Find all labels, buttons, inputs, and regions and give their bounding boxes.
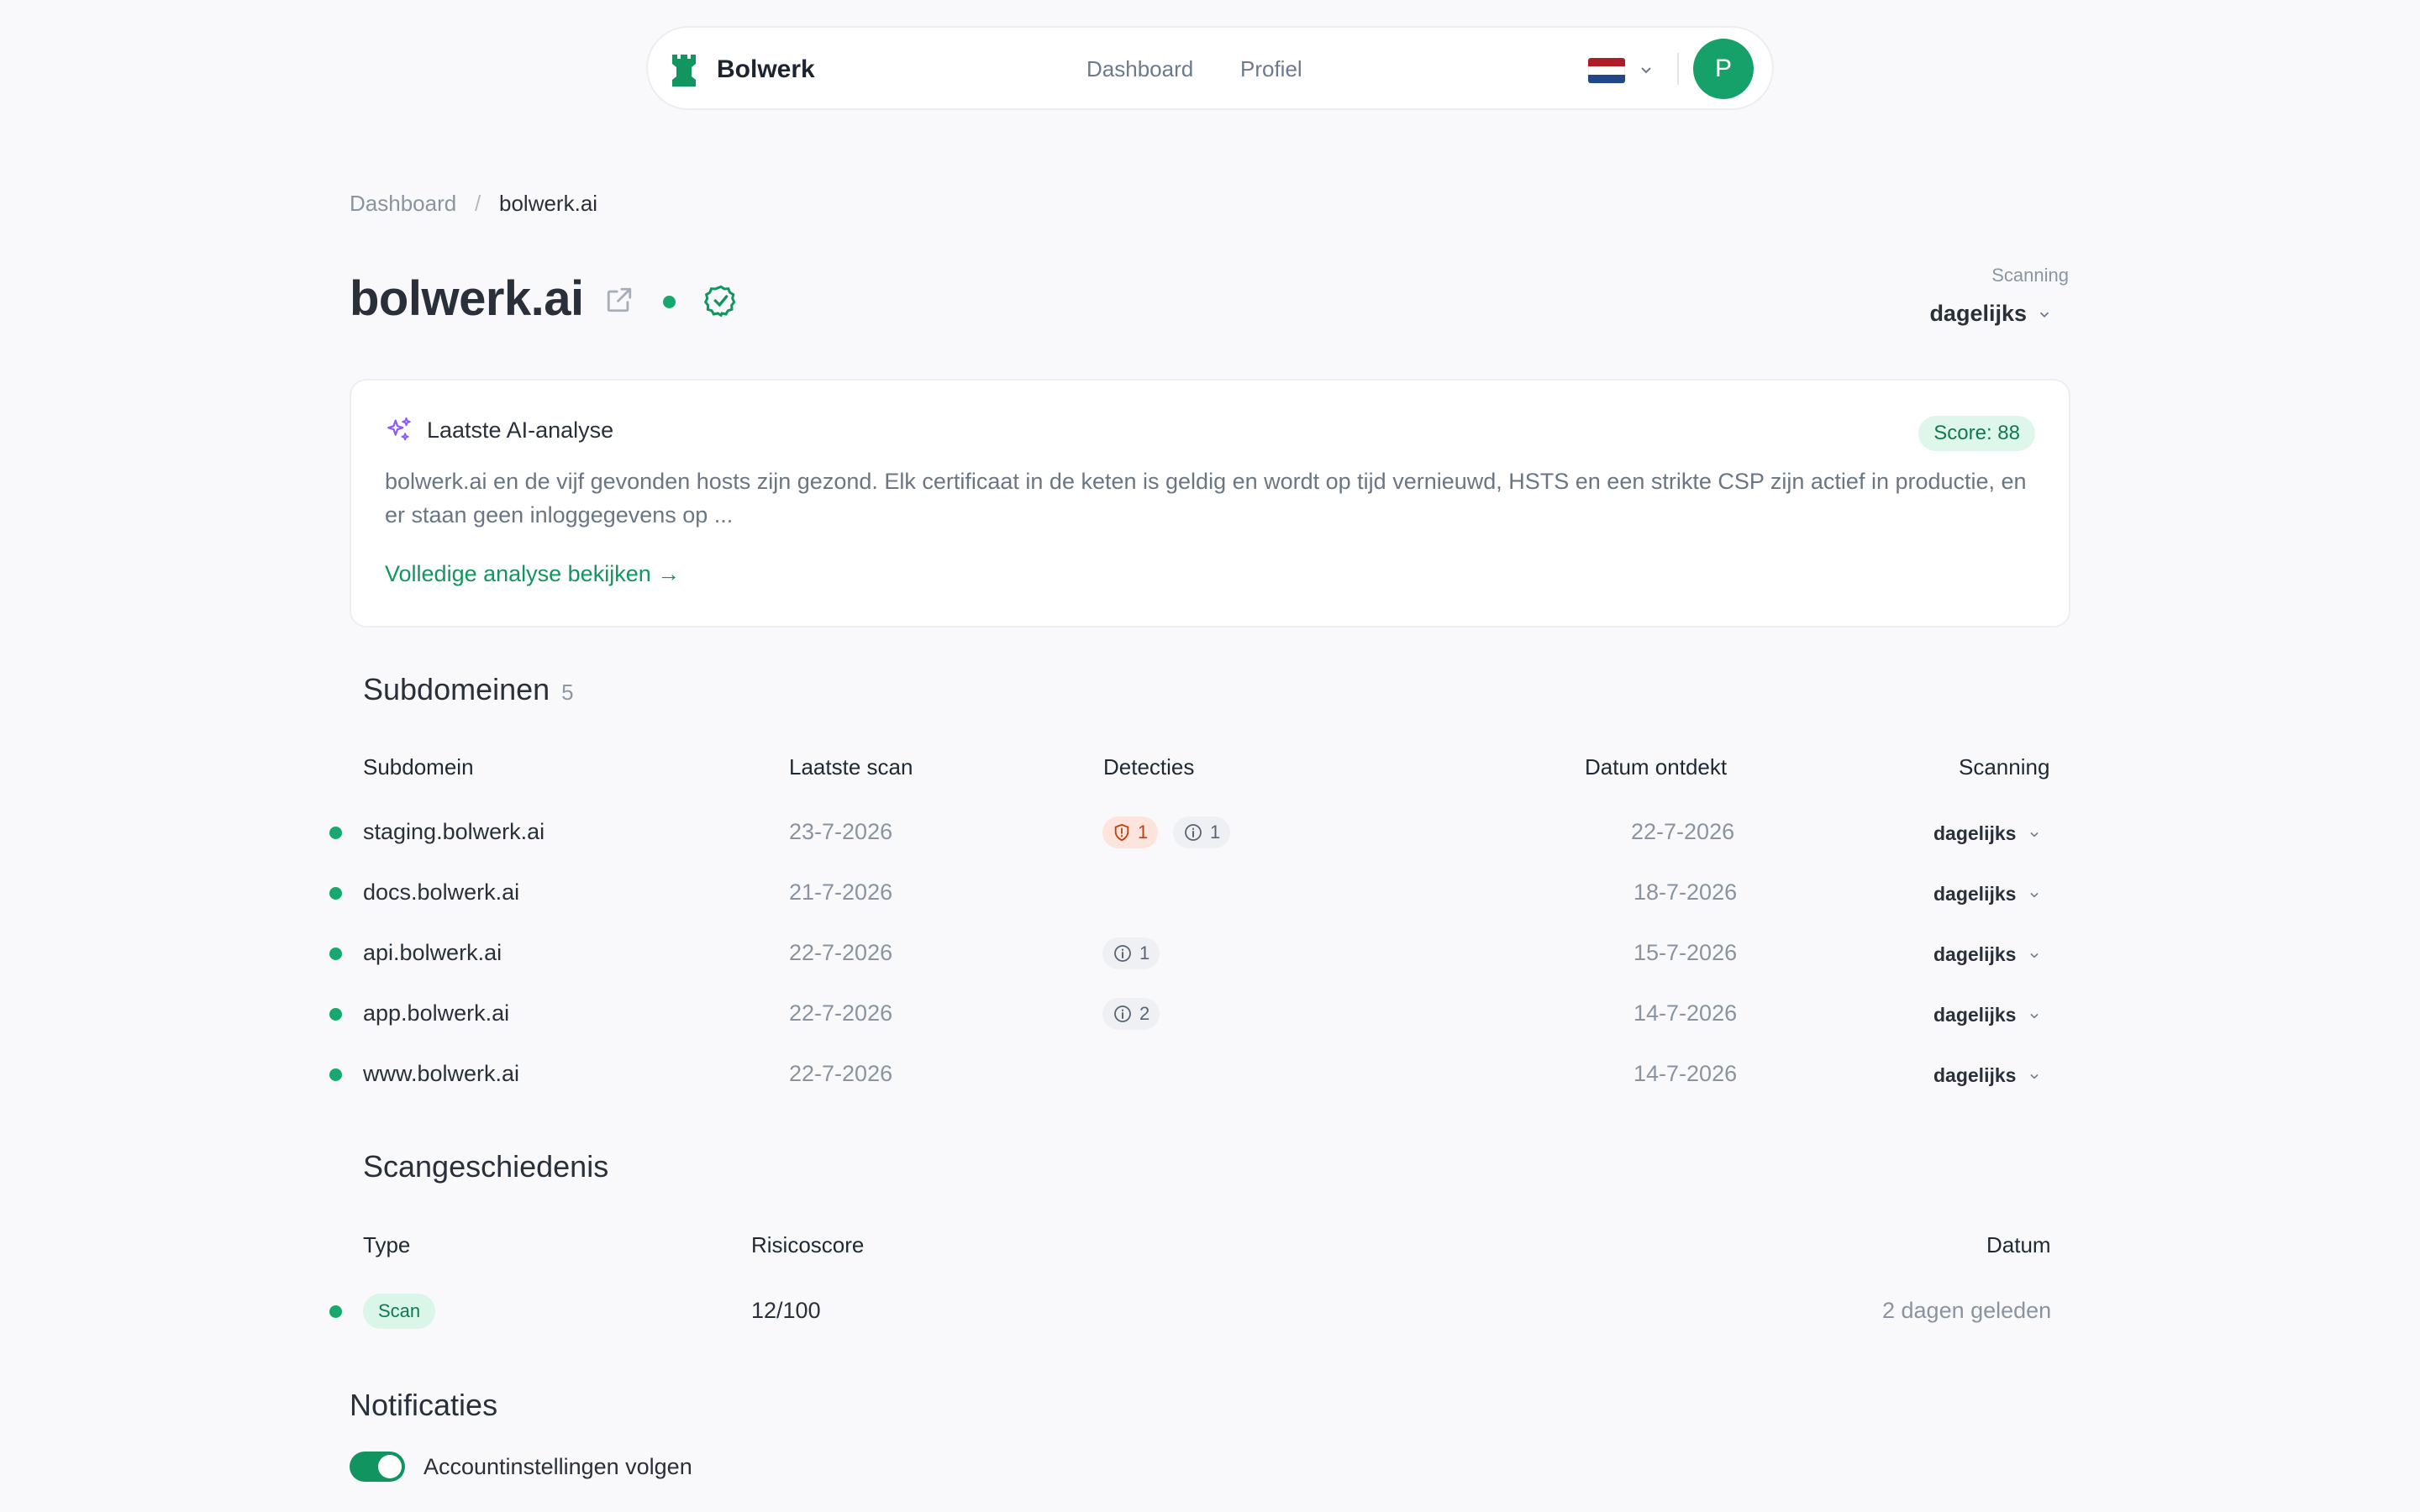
row-scanning-value: dagelijks	[1933, 822, 2017, 844]
row-scanning-select[interactable]: dagelijks	[1933, 822, 2041, 845]
scanning-frequency-value: dagelijks	[1929, 301, 2027, 326]
subdomain-name[interactable]: docs.bolwerk.ai	[363, 879, 519, 906]
external-link-icon[interactable]	[605, 286, 634, 314]
info-icon	[1114, 1005, 1131, 1022]
verified-badge-icon	[704, 285, 736, 318]
row-scanning-value: dagelijks	[1933, 1004, 2017, 1026]
info-detection-badge[interactable]: 1	[1102, 937, 1160, 969]
row-scanning-select[interactable]: dagelijks	[1933, 1064, 2041, 1087]
status-dot	[329, 827, 342, 839]
last-scan-date: 21-7-2026	[789, 879, 893, 905]
last-scan-date: 22-7-2026	[789, 1061, 893, 1086]
subdomains-section-title: Subdomeinen 5	[363, 672, 574, 707]
row-scanning-select[interactable]: dagelijks	[1933, 1004, 2041, 1026]
discovered-date: 14-7-2026	[1634, 1061, 1738, 1086]
subdomain-name[interactable]: www.bolwerk.ai	[363, 1061, 519, 1087]
column-header-discovered[interactable]: Datum ontdekt	[1585, 754, 1727, 780]
row-scanning-value: dagelijks	[1933, 883, 2017, 905]
status-dot	[663, 296, 676, 308]
last-scan-date: 22-7-2026	[789, 940, 893, 965]
row-scanning-select[interactable]: dagelijks	[1933, 943, 2041, 966]
ai-analysis-text: bolwerk.ai en de vijf gevonden hosts zij…	[385, 469, 2027, 528]
breadcrumb-separator: /	[475, 191, 481, 216]
info-icon	[1185, 824, 1202, 841]
discovered-date: 18-7-2026	[1634, 879, 1738, 905]
status-dot	[329, 948, 342, 960]
chevron-down-icon	[2030, 892, 2039, 898]
full-analysis-link[interactable]: Volledige analyse bekijken →	[385, 561, 680, 587]
ai-analysis-title: Laatste AI-analyse	[427, 417, 614, 443]
brand-link[interactable]: Bolwerk	[670, 53, 815, 87]
scan-date: 2 dagen geleden	[1882, 1298, 2052, 1323]
score-badge: Score: 88	[1918, 416, 2035, 451]
chevron-down-icon	[2030, 1074, 2039, 1079]
column-header-last-scan[interactable]: Laatste scan	[789, 754, 913, 780]
column-header-risk-score[interactable]: Risicoscore	[751, 1232, 864, 1258]
notifications-title: Notificaties	[350, 1388, 498, 1422]
top-navigation: Bolwerk Dashboard Profiel P	[646, 26, 1774, 110]
scan-history-title: Scangeschiedenis	[363, 1149, 609, 1184]
discovered-date: 15-7-2026	[1634, 940, 1738, 965]
column-header-detections[interactable]: Detecties	[1103, 754, 1194, 780]
toggle-knob	[378, 1455, 402, 1478]
sparkles-icon	[387, 417, 411, 441]
status-dot	[329, 1008, 342, 1021]
last-scan-date: 23-7-2026	[789, 819, 893, 844]
alert-count: 1	[1138, 822, 1149, 843]
scan-type-badge: Scan	[363, 1294, 436, 1329]
scanning-frequency-select[interactable]: dagelijks	[1929, 301, 2052, 327]
info-count: 1	[1139, 942, 1150, 963]
nav-divider	[1677, 53, 1679, 85]
subdomain-name[interactable]: app.bolwerk.ai	[363, 1000, 509, 1026]
info-count: 2	[1139, 1003, 1150, 1024]
shield-alert-icon	[1114, 823, 1129, 842]
discovered-date: 14-7-2026	[1634, 1000, 1738, 1026]
info-detection-badge[interactable]: 2	[1102, 998, 1160, 1030]
column-header-subdomain[interactable]: Subdomein	[363, 754, 474, 780]
discovered-date: 22-7-2026	[1631, 819, 1735, 844]
info-icon	[1114, 945, 1131, 962]
status-dot	[329, 1068, 342, 1081]
ai-analysis-card: Laatste AI-analyse Score: 88 bolwerk.ai …	[350, 379, 2070, 627]
nav-link-dashboard[interactable]: Dashboard	[1086, 56, 1193, 82]
subdomains-count: 5	[561, 680, 574, 705]
castle-logo-icon	[672, 55, 696, 87]
column-header-scanning[interactable]: Scanning	[1959, 754, 2049, 780]
subdomain-name[interactable]: staging.bolwerk.ai	[363, 819, 544, 845]
column-header-type[interactable]: Type	[363, 1232, 410, 1258]
chevron-down-icon[interactable]	[1638, 61, 1655, 78]
row-scanning-select[interactable]: dagelijks	[1933, 883, 2041, 906]
scanning-label: Scanning	[1991, 265, 2069, 286]
subdomain-name[interactable]: api.bolwerk.ai	[363, 940, 502, 966]
follow-account-settings-toggle[interactable]	[350, 1452, 405, 1482]
breadcrumb-dashboard[interactable]: Dashboard	[350, 191, 456, 217]
chevron-down-icon	[2039, 312, 2049, 318]
toggle-label: Accountinstellingen volgen	[424, 1454, 692, 1479]
subdomains-title-text: Subdomeinen	[363, 672, 550, 706]
brand-name: Bolwerk	[717, 55, 815, 83]
alert-detection-badge[interactable]: 1	[1102, 816, 1159, 848]
column-header-date[interactable]: Datum	[1986, 1232, 2051, 1258]
dutch-flag-icon[interactable]	[1588, 58, 1625, 83]
avatar[interactable]: P	[1693, 39, 1754, 99]
status-dot	[329, 887, 342, 900]
breadcrumb-current: bolwerk.ai	[499, 191, 598, 216]
last-scan-date: 22-7-2026	[789, 1000, 893, 1026]
info-detection-badge[interactable]: 1	[1173, 816, 1231, 848]
row-scanning-value: dagelijks	[1933, 1064, 2017, 1086]
chevron-down-icon	[2030, 832, 2039, 837]
status-dot	[329, 1305, 342, 1318]
chevron-down-icon	[2030, 953, 2039, 958]
info-count: 1	[1210, 822, 1221, 843]
row-scanning-value: dagelijks	[1933, 943, 2017, 965]
risk-score-value: 12/100	[751, 1298, 821, 1323]
nav-link-profiel[interactable]: Profiel	[1240, 56, 1302, 82]
ai-analysis-header: Laatste AI-analyse	[385, 416, 613, 444]
chevron-down-icon	[2030, 1013, 2039, 1019]
page-title: bolwerk.ai	[350, 271, 584, 326]
